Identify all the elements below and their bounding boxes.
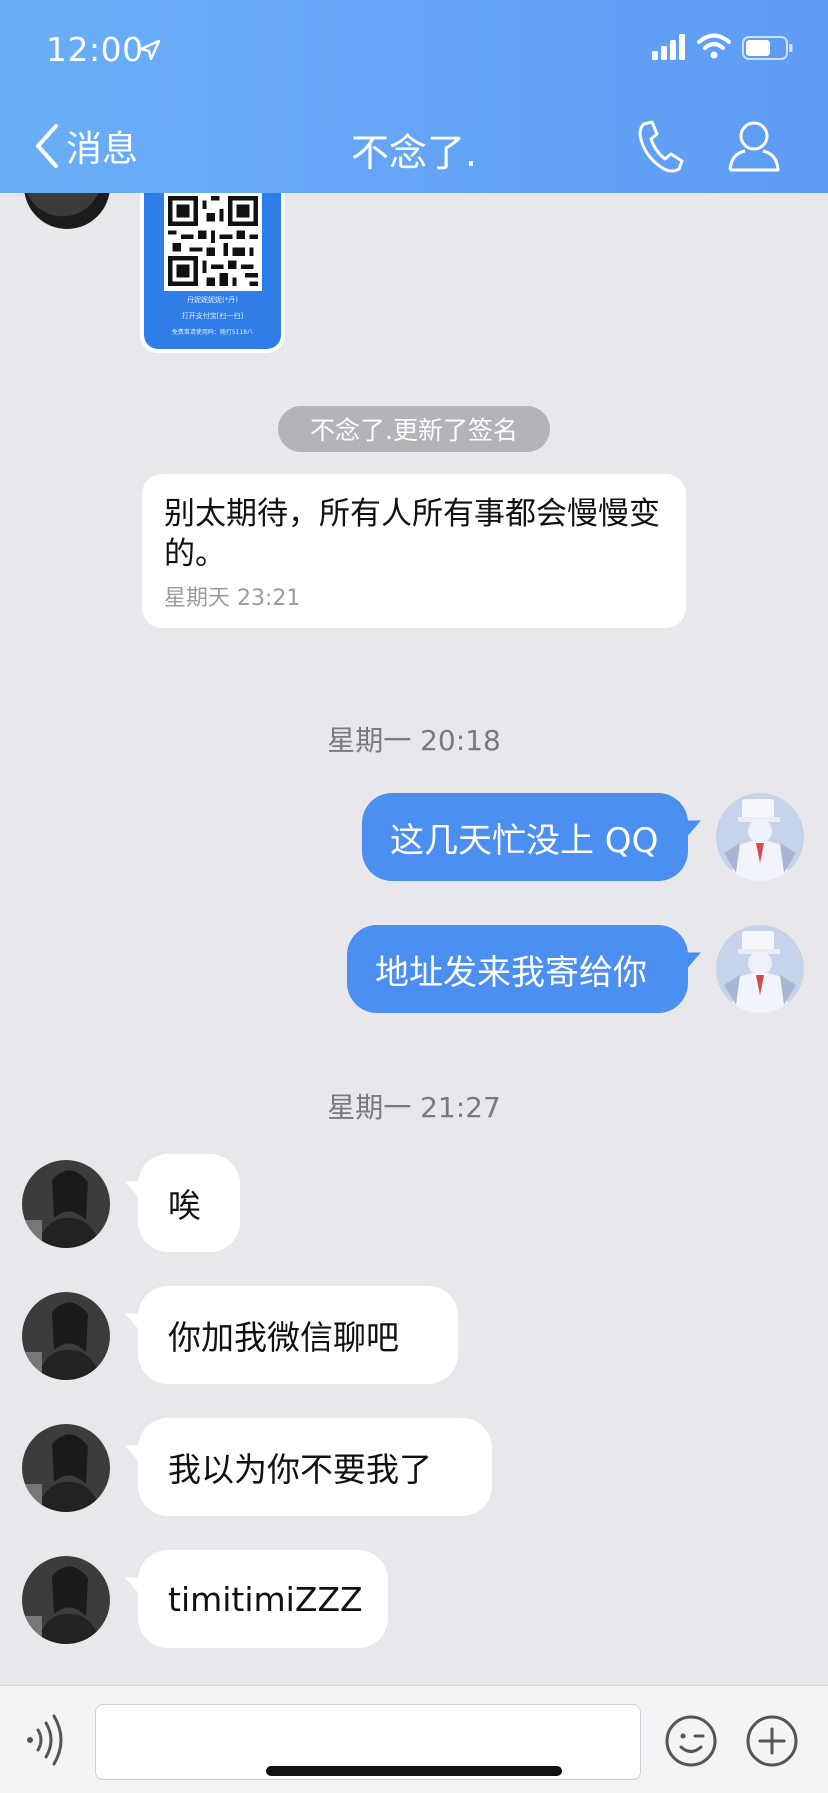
contact-avatar[interactable] bbox=[24, 193, 110, 229]
contact-avatar[interactable] bbox=[22, 1292, 110, 1380]
back-button[interactable]: 消息 bbox=[32, 118, 138, 174]
input-bar bbox=[0, 1685, 828, 1793]
chevron-left-icon bbox=[36, 124, 58, 168]
incoming-message-bubble[interactable]: 你加我微信聊吧 bbox=[138, 1286, 458, 1384]
signal-icon bbox=[652, 34, 685, 60]
wifi-icon bbox=[697, 33, 731, 59]
signature-card[interactable]: 别太期待，所有人所有事都会慢慢变的。 星期天 23:21 bbox=[142, 474, 686, 628]
qr-footer-text: 免费事请使用码：随打5118八 bbox=[171, 329, 254, 336]
chat-header: 12:00 消息 不念了. bbox=[0, 0, 828, 193]
chat-message-list[interactable]: 丹妮妮妮妮(*丹) 打开支付宝[扫一扫] 免费事请使用码：随打5118八 不念了… bbox=[0, 193, 828, 1685]
time-divider: 星期一 20:18 bbox=[327, 724, 501, 757]
profile-icon[interactable] bbox=[726, 118, 782, 174]
status-time: 12:00 bbox=[46, 30, 144, 69]
signature-text: 别太期待，所有人所有事都会慢慢变的。 bbox=[164, 496, 660, 572]
my-avatar[interactable] bbox=[716, 925, 804, 1013]
incoming-message-bubble[interactable]: timitimiZZZ bbox=[138, 1550, 388, 1648]
outgoing-message-bubble[interactable]: 这几天忙没上 QQ bbox=[362, 793, 688, 881]
my-avatar[interactable] bbox=[716, 793, 804, 881]
emoji-icon[interactable] bbox=[664, 1714, 718, 1768]
contact-avatar[interactable] bbox=[22, 1424, 110, 1512]
incoming-message-bubble[interactable]: 唉 bbox=[138, 1154, 240, 1252]
voice-icon[interactable] bbox=[24, 1714, 70, 1766]
time-divider: 星期一 21:27 bbox=[327, 1091, 501, 1124]
location-arrow-icon bbox=[139, 39, 161, 61]
qr-code-message[interactable]: 丹妮妮妮妮(*丹) 打开支付宝[扫一扫] 免费事请使用码：随打5118八 bbox=[140, 193, 285, 353]
battery-icon bbox=[742, 36, 793, 60]
incoming-message-bubble[interactable]: 我以为你不要我了 bbox=[138, 1418, 492, 1516]
qr-code-icon bbox=[164, 193, 262, 291]
alipay-qr-card: 丹妮妮妮妮(*丹) 打开支付宝[扫一扫] 免费事请使用码：随打5118八 bbox=[144, 193, 281, 349]
phone-icon[interactable] bbox=[634, 118, 684, 174]
home-indicator[interactable] bbox=[266, 1766, 562, 1776]
plus-icon[interactable] bbox=[745, 1714, 799, 1768]
back-label: 消息 bbox=[66, 129, 139, 170]
contact-avatar[interactable] bbox=[22, 1556, 110, 1644]
system-notice: 不念了.更新了签名 bbox=[278, 406, 550, 452]
qr-name-text: 丹妮妮妮妮(*丹) bbox=[187, 296, 238, 304]
signature-time: 星期天 23:21 bbox=[164, 586, 301, 611]
qr-hint-text: 打开支付宝[扫一扫] bbox=[181, 312, 244, 320]
outgoing-message-bubble[interactable]: 地址发来我寄给你 bbox=[347, 925, 688, 1013]
contact-avatar[interactable] bbox=[22, 1160, 110, 1248]
